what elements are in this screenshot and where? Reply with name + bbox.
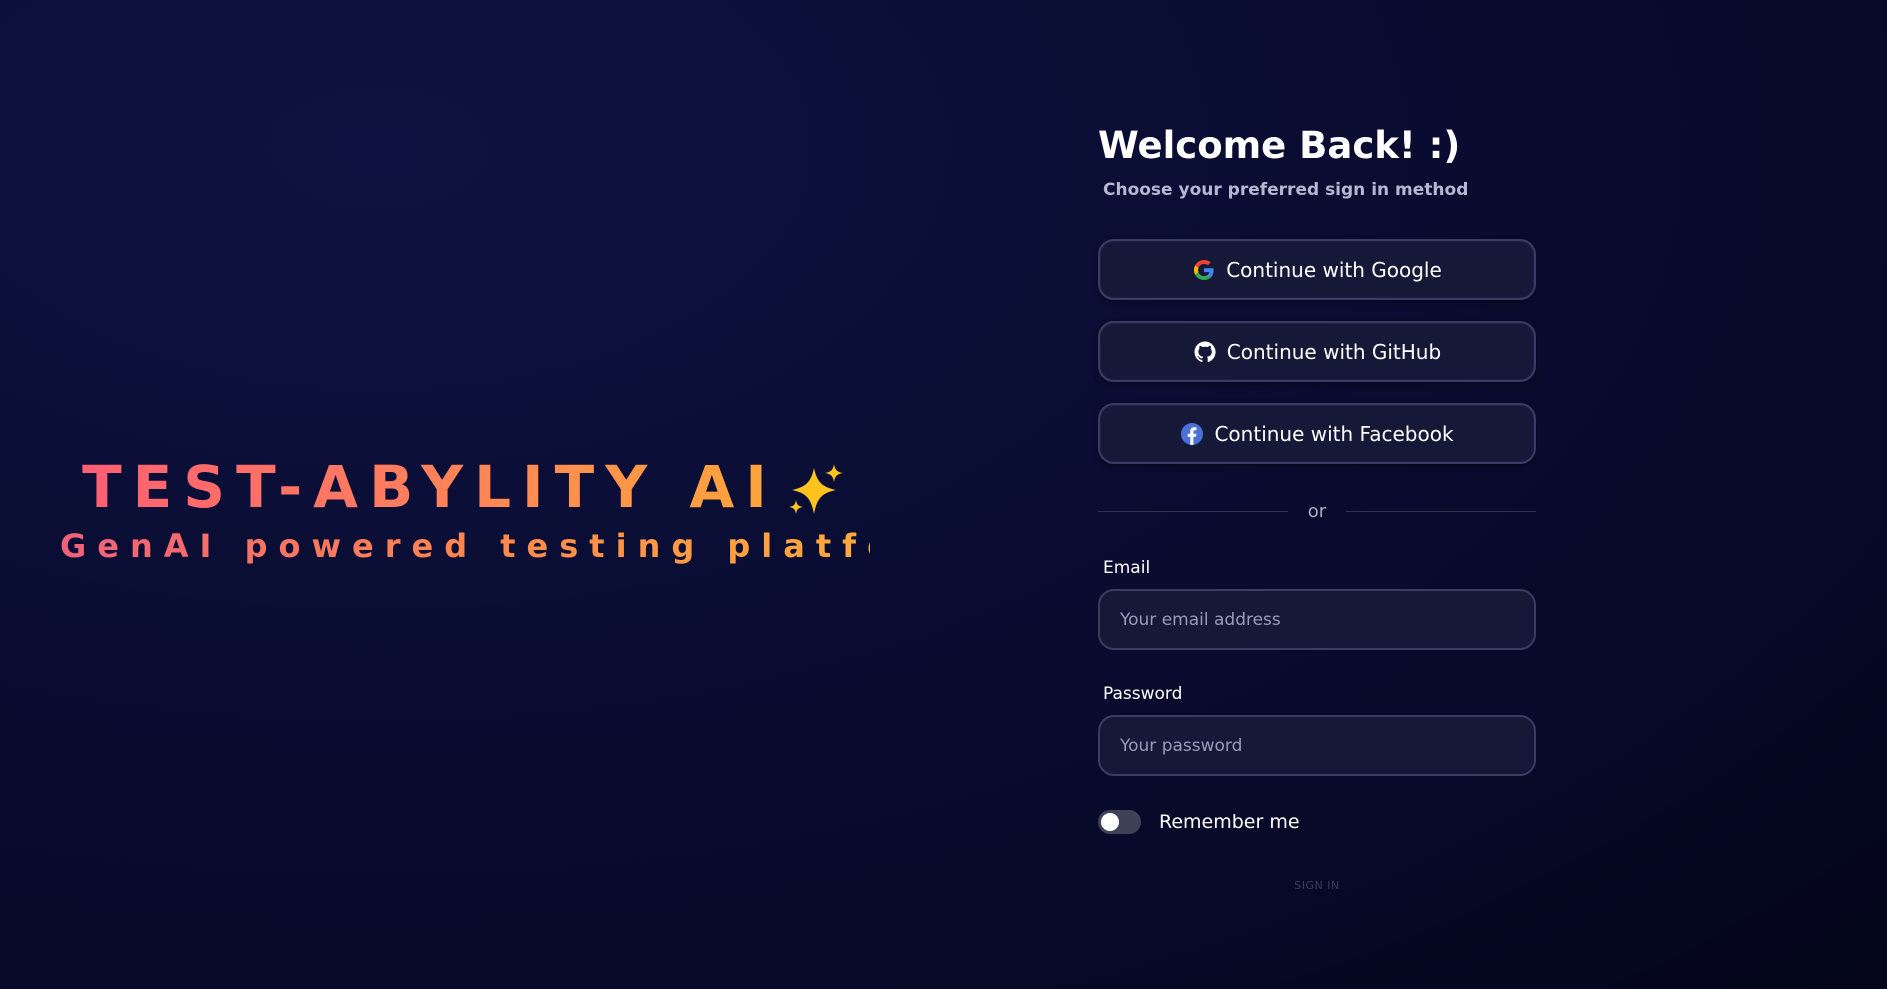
- or-divider: or: [1098, 499, 1537, 523]
- sparkles-icon: [788, 463, 843, 514]
- login-panel: Welcome Back! :) Choose your preferred s…: [1098, 118, 1537, 896]
- remember-me-toggle[interactable]: [1098, 810, 1141, 834]
- continue-with-github-button[interactable]: Continue with GitHub: [1098, 321, 1536, 382]
- password-label: Password: [1103, 684, 1183, 704]
- brand-tagline: GenAI powered testing platform: [60, 524, 960, 568]
- email-label: Email: [1103, 558, 1151, 578]
- sign-in-button[interactable]: SIGN IN: [1257, 874, 1377, 896]
- facebook-icon: [1180, 422, 1204, 446]
- google-icon: [1192, 258, 1216, 282]
- brand-title-text: TEST-ABYLITY AI: [82, 453, 778, 521]
- divider-line-left: [1098, 510, 1288, 512]
- remember-me-label: Remember me: [1159, 811, 1300, 833]
- page-title: Welcome Back! :): [1098, 124, 1461, 167]
- password-field[interactable]: [1098, 715, 1536, 776]
- github-icon: [1193, 340, 1217, 364]
- brand-title: TEST-ABYLITY AI: [60, 448, 870, 526]
- continue-with-facebook-button[interactable]: Continue with Facebook: [1098, 403, 1536, 464]
- email-field[interactable]: [1098, 589, 1536, 650]
- divider-text: or: [1307, 500, 1327, 522]
- facebook-button-label: Continue with Facebook: [1214, 421, 1454, 446]
- toggle-knob: [1101, 813, 1119, 831]
- page-subtitle: Choose your preferred sign in method: [1103, 180, 1469, 200]
- remember-me-row: Remember me: [1098, 810, 1536, 834]
- brand-block: TEST-ABYLITY AI GenAI powered testing pl…: [60, 448, 960, 568]
- github-button-label: Continue with GitHub: [1226, 339, 1442, 364]
- continue-with-google-button[interactable]: Continue with Google: [1098, 239, 1536, 300]
- google-button-label: Continue with Google: [1226, 257, 1442, 282]
- divider-line-right: [1346, 510, 1537, 512]
